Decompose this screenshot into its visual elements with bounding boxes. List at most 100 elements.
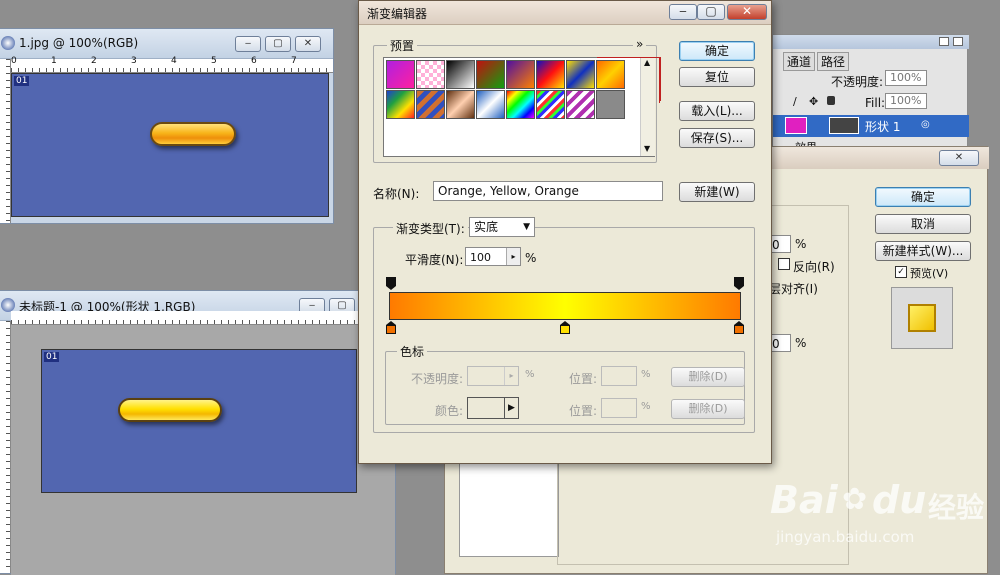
- opacity-label: 不透明度:: [831, 75, 884, 89]
- gradient-type-select[interactable]: 实底 ▼: [469, 217, 535, 237]
- baidu-brand-text: Bai: [770, 478, 838, 522]
- reverse-checkbox[interactable]: [778, 258, 790, 270]
- layer-mask-thumb: [829, 117, 859, 134]
- ruler-tick-label: 7: [291, 56, 297, 66]
- close-button[interactable]: ✕: [727, 4, 767, 20]
- load-button[interactable]: 载入(L)...: [679, 101, 755, 121]
- panel-min-icon[interactable]: [939, 37, 949, 46]
- gradient-preset-swatch[interactable]: [536, 60, 565, 89]
- gradient-preset-swatch[interactable]: [506, 90, 535, 119]
- baidu-brand-text-2: du: [872, 478, 927, 522]
- channel-badge: 01: [14, 76, 30, 86]
- ruler-tick-label: 0: [11, 56, 17, 66]
- presets-label: 预置: [387, 37, 418, 54]
- gradient-preset-swatch[interactable]: [416, 60, 445, 89]
- opacity-stop-right[interactable]: [734, 277, 744, 290]
- ruler-tick-label: 5: [211, 56, 217, 66]
- percent-label: %: [525, 369, 535, 380]
- percent-label: %: [795, 336, 807, 350]
- layers-panel[interactable]: 通道 路径 不透明度: 100% Fill: 100% ✥ ∕ 形状 1 ◎ 效…: [772, 34, 969, 154]
- document-window-2[interactable]: 未标题-1 @ 100%(形状 1,RGB) ‒ ▢ 01: [0, 290, 396, 575]
- tab-paths[interactable]: 路径: [817, 52, 850, 71]
- gradient-preset-swatch[interactable]: [446, 60, 475, 89]
- close-button[interactable]: ✕: [939, 150, 979, 166]
- delete-opacity-stop-button: 删除(D): [671, 367, 745, 387]
- fill-field[interactable]: 100%: [885, 93, 927, 109]
- fx-icon[interactable]: ◎: [921, 119, 930, 130]
- color-picker-arrow-icon: ▶: [504, 398, 518, 418]
- capsule-shape: [118, 398, 222, 422]
- vertical-ruler: [0, 321, 11, 573]
- percent-label: %: [641, 369, 651, 380]
- ok-button[interactable]: 确定: [679, 41, 755, 61]
- ruler-tick-label: 3: [131, 56, 137, 66]
- gradient-editor-titlebar[interactable]: 渐变编辑器 ‒ ▢ ✕: [359, 1, 771, 25]
- stepper-arrow-icon: ▸: [504, 367, 518, 385]
- maximize-button[interactable]: ▢: [265, 36, 291, 52]
- close-button[interactable]: ✕: [295, 36, 321, 52]
- minimize-button[interactable]: ‒: [669, 4, 697, 20]
- document-1-canvas[interactable]: 01: [11, 73, 329, 217]
- layer-row[interactable]: 形状 1 ◎: [773, 115, 969, 137]
- gradient-preset-swatch[interactable]: [536, 90, 565, 119]
- smoothness-field[interactable]: 100 ▸: [465, 247, 521, 266]
- ok-button[interactable]: 确定: [875, 187, 971, 207]
- color-stop-left[interactable]: [386, 321, 396, 334]
- name-input[interactable]: Orange, Yellow, Orange: [433, 181, 663, 201]
- opacity-field[interactable]: 100%: [885, 70, 927, 86]
- gradient-preset-swatch[interactable]: [386, 90, 415, 119]
- ruler-tick-label: 2: [91, 56, 97, 66]
- new-style-button[interactable]: 新建样式(W)...: [875, 241, 971, 261]
- maximize-button[interactable]: ▢: [697, 4, 725, 20]
- presets-menu-icon[interactable]: »: [633, 37, 647, 51]
- brush-icon[interactable]: ∕: [793, 95, 797, 108]
- gradient-preset-swatch[interactable]: [476, 90, 505, 119]
- scroll-down-icon[interactable]: ▼: [644, 144, 650, 153]
- preview-checkbox[interactable]: ✓: [895, 266, 907, 278]
- save-button[interactable]: 保存(S)...: [679, 128, 755, 148]
- layer-name: 形状 1: [865, 120, 901, 134]
- gradient-preset-swatch[interactable]: [386, 60, 415, 89]
- baidu-watermark: Bai ✿ du 经验 jingyan.baidu.com: [770, 478, 1000, 568]
- lock-icon[interactable]: [827, 96, 835, 105]
- gradient-bar[interactable]: [389, 292, 741, 320]
- gradient-preset-swatch[interactable]: [506, 60, 535, 89]
- gradient-preset-swatch[interactable]: [566, 60, 595, 89]
- stepper-arrow-icon[interactable]: ▸: [506, 248, 520, 265]
- document-window-1[interactable]: 1.jpg @ 100%(RGB) ‒ ▢ ✕ 0 1 2 3 4 5 6 7 …: [0, 28, 334, 224]
- smoothness-value: 100: [470, 251, 491, 264]
- layer-color-thumb: [785, 117, 807, 134]
- location-label: 位置:: [569, 372, 598, 386]
- stops-group-label: 色标: [397, 343, 428, 360]
- channel-badge: 01: [44, 352, 60, 362]
- document-1-titlebar[interactable]: 1.jpg @ 100%(RGB) ‒ ▢ ✕: [0, 29, 333, 59]
- reverse-label: 反向(R): [793, 260, 835, 274]
- preview-label: 预览(V): [910, 267, 949, 280]
- chevron-down-icon: ▼: [523, 222, 530, 232]
- gradient-preset-swatch[interactable]: [476, 60, 505, 89]
- stop-color-swatch: ▶: [467, 397, 519, 419]
- photoshop-doc-icon: [1, 298, 15, 312]
- cancel-button[interactable]: 取消: [875, 214, 971, 234]
- panel-close-icon[interactable]: [953, 37, 963, 46]
- minimize-button[interactable]: ‒: [235, 36, 261, 52]
- reset-button[interactable]: 复位: [679, 67, 755, 87]
- new-button[interactable]: 新建(W): [679, 182, 755, 202]
- panel-header: [773, 35, 969, 49]
- document-2-canvas[interactable]: 01: [41, 349, 357, 493]
- opacity-stop-left[interactable]: [386, 277, 396, 290]
- watermark-url: jingyan.baidu.com: [776, 528, 915, 546]
- move-icon[interactable]: ✥: [809, 95, 818, 108]
- gradient-preset-swatch[interactable]: [446, 90, 475, 119]
- gradient-editor-dialog[interactable]: 渐变编辑器 ‒ ▢ ✕ 预置 » ▲ ▼ 确定 复位 载入(L)... 保存(S…: [358, 0, 772, 464]
- gradient-preset-swatch[interactable]: [416, 90, 445, 119]
- tab-channels[interactable]: 通道: [783, 52, 816, 71]
- document-1-title: 1.jpg @ 100%(RGB): [19, 36, 139, 50]
- ruler-tick-label: 4: [171, 56, 177, 66]
- color-stop-right[interactable]: [734, 321, 744, 334]
- stop-opacity-field: ▸: [467, 366, 519, 386]
- gradient-preset-swatch[interactable]: [566, 90, 595, 119]
- paw-icon: ✿: [842, 482, 868, 517]
- color-stop-middle[interactable]: [560, 321, 570, 334]
- preview-square: [908, 304, 936, 332]
